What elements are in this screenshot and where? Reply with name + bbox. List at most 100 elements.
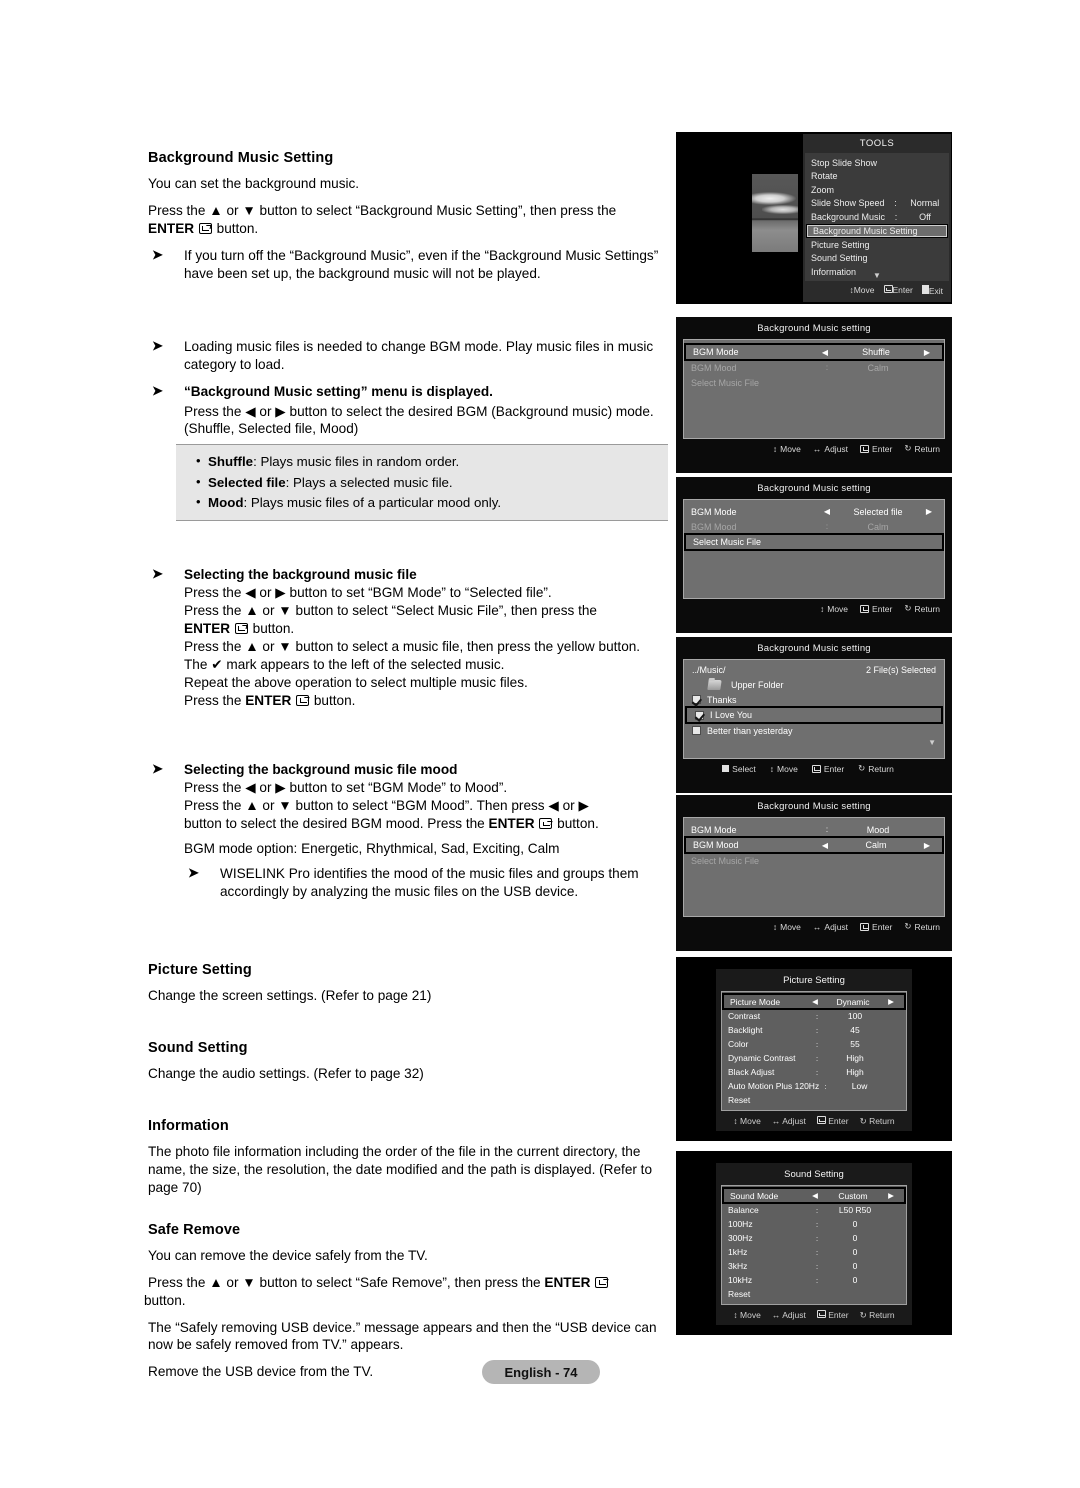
row-colon: :: [815, 1025, 819, 1035]
row-10khz[interactable]: 10kHz : 0: [722, 1273, 906, 1287]
row-dynamic-contrast[interactable]: Dynamic Contrast : High: [722, 1051, 906, 1065]
row-colon: :: [824, 1081, 827, 1091]
tools-item-rotate[interactable]: Rotate: [805, 170, 949, 184]
row-3khz[interactable]: 3kHz : 0: [722, 1259, 906, 1273]
note-arrow-icon: ➤: [152, 382, 163, 398]
file-row[interactable]: Better than yesterday: [684, 723, 944, 738]
row-picture-mode[interactable]: Picture Mode ◀ Dynamic ▶: [722, 993, 906, 1010]
return-icon: ↻: [858, 763, 866, 773]
upper-folder-row[interactable]: Upper Folder: [684, 677, 944, 692]
item-value: Normal: [910, 198, 940, 209]
line-text: Press the ▲ or ▼ button to select “BGM M…: [184, 798, 589, 814]
tools-item-slide-show-speed[interactable]: Slide Show Speed : Normal: [805, 197, 949, 211]
right-arrow-icon[interactable]: ▶: [919, 348, 935, 357]
row-color[interactable]: Color : 55: [722, 1037, 906, 1051]
row-300hz[interactable]: 300Hz : 0: [722, 1231, 906, 1245]
item-label: Stop Slide Show: [811, 157, 878, 168]
row-value: High: [846, 1053, 864, 1063]
note-arrow-icon: ➤: [188, 865, 199, 881]
panel-footer-hints: ↕ Move ↔ Adjust Enter ↻ Return: [676, 439, 952, 459]
paragraph-picture-setting: Change the screen settings. (Refer to pa…: [148, 988, 432, 1004]
left-arrow-icon[interactable]: ◀: [808, 1191, 822, 1200]
row-label: BGM Mode: [691, 824, 737, 835]
right-arrow-icon[interactable]: ▶: [884, 997, 898, 1006]
callout-item: Mood: Plays music files of a particular …: [196, 492, 660, 513]
updown-icon: ↕: [769, 763, 775, 774]
row-label: 300Hz: [728, 1233, 753, 1243]
enter-icon: [883, 285, 893, 293]
left-arrow-icon[interactable]: ◀: [817, 841, 833, 850]
return-icon: ↻: [859, 1116, 867, 1126]
row-value: Calm: [867, 362, 889, 373]
hint-enter: Enter: [816, 1310, 849, 1321]
row-select-music-file[interactable]: Select Music File: [684, 375, 944, 390]
panel-title: Sound Setting: [784, 1169, 844, 1180]
row-reset[interactable]: Reset: [722, 1287, 906, 1301]
hint-label: Adjust: [782, 1116, 806, 1126]
hint-label: Enter: [872, 443, 893, 454]
row-select-music-file[interactable]: Select Music File: [684, 853, 944, 868]
left-arrow-icon[interactable]: ◀: [819, 507, 835, 516]
tools-item-picture-setting[interactable]: Picture Setting: [805, 238, 949, 252]
tools-item-zoom[interactable]: Zoom: [805, 183, 949, 197]
row-bgm-mood[interactable]: BGM Mood : Calm: [684, 519, 944, 534]
row-bgm-mood[interactable]: BGM Mood ◀ Calm ▶: [684, 836, 944, 854]
file-row[interactable]: I Love You: [685, 706, 943, 724]
row-balance[interactable]: Balance : L50 R50: [722, 1203, 906, 1217]
row-bgm-mode[interactable]: BGM Mode : Mood: [684, 822, 944, 837]
checkbox-icon[interactable]: [692, 695, 701, 704]
row-contrast[interactable]: Contrast : 100: [722, 1009, 906, 1023]
panel-title: Background Music setting: [757, 643, 871, 654]
heading-picture-setting: Picture Setting: [148, 962, 252, 979]
heading-sound-setting: Sound Setting: [148, 1039, 248, 1056]
hint-move: ↕Move: [770, 763, 798, 774]
row-reset[interactable]: Reset: [722, 1093, 906, 1107]
row-black-adjust[interactable]: Black Adjust : High: [722, 1065, 906, 1079]
hint-label: Return: [914, 603, 940, 614]
bgm-file-list-panel: Background Music setting ../Music/ 2 Fil…: [676, 637, 952, 793]
tools-item-background-music-setting[interactable]: Background Music Setting: [806, 223, 948, 238]
note-wiselink-pro: ➤ WISELINK Pro identifies the mood of th…: [184, 865, 668, 901]
updown-icon: ↕: [772, 443, 778, 454]
right-arrow-icon[interactable]: ▶: [884, 1191, 898, 1200]
scroll-down-icon[interactable]: ▼: [805, 271, 949, 280]
row-1khz[interactable]: 1kHz : 0: [722, 1245, 906, 1259]
checkbox-icon[interactable]: [692, 726, 701, 735]
tools-item-sound-setting[interactable]: Sound Setting: [805, 252, 949, 266]
hint-label: Enter: [823, 763, 845, 774]
hint-label: Enter: [828, 1116, 849, 1126]
checkbox-icon[interactable]: [695, 710, 704, 720]
row-100hz[interactable]: 100Hz : 0: [722, 1217, 906, 1231]
right-arrow-icon[interactable]: ▶: [919, 841, 935, 850]
row-colon: :: [815, 1011, 819, 1021]
item-label: Background Music Setting: [813, 225, 918, 236]
scroll-down-icon[interactable]: ▼: [684, 738, 944, 748]
row-bgm-mode[interactable]: BGM Mode ◀ Selected file ▶: [684, 504, 944, 519]
slideshow-photo-thumbnail: [752, 174, 798, 252]
row-value: Calm: [867, 521, 889, 532]
row-bgm-mode[interactable]: BGM Mode ◀ Shuffle ▶: [684, 343, 944, 361]
row-bgm-mood[interactable]: BGM Mood : Calm: [684, 360, 944, 375]
subheading: Selecting the background music file: [184, 566, 417, 582]
row-select-music-file[interactable]: Select Music File: [684, 533, 944, 551]
tools-item-background-music[interactable]: Background Music : Off: [805, 210, 949, 224]
left-arrow-icon[interactable]: ◀: [817, 348, 833, 357]
row-colon: :: [815, 1053, 819, 1063]
row-label: Auto Motion Plus 120Hz: [728, 1081, 820, 1091]
bgm-setting-shuffle-panel: Background Music setting BGM Mode ◀ Shuf…: [676, 317, 952, 473]
left-arrow-icon[interactable]: ◀: [808, 997, 822, 1006]
text-button: button.: [553, 816, 599, 832]
line-set-bgm-mode: Press the ◀ or ▶ button to set “BGM Mode…: [184, 584, 552, 600]
right-arrow-icon[interactable]: ▶: [921, 507, 937, 516]
row-label: BGM Mood: [691, 362, 737, 373]
row-label: Contrast: [728, 1011, 761, 1021]
file-row[interactable]: Thanks: [684, 692, 944, 707]
line-check-mark: The ✔ mark appears to the left of the se…: [184, 656, 505, 672]
row-sound-mode[interactable]: Sound Mode ◀ Custom ▶: [722, 1187, 906, 1204]
yellow-button-icon: [722, 765, 730, 772]
row-backlight[interactable]: Backlight : 45: [722, 1023, 906, 1037]
panel-body: BGM Mode ◀ Shuffle ▶ BGM Mood : Calm Sel…: [683, 339, 945, 439]
row-auto-motion-plus[interactable]: Auto Motion Plus 120Hz : Low: [722, 1079, 906, 1093]
tools-item-stop-slide-show[interactable]: Stop Slide Show: [805, 156, 949, 170]
enter-label: ENTER: [184, 620, 231, 636]
